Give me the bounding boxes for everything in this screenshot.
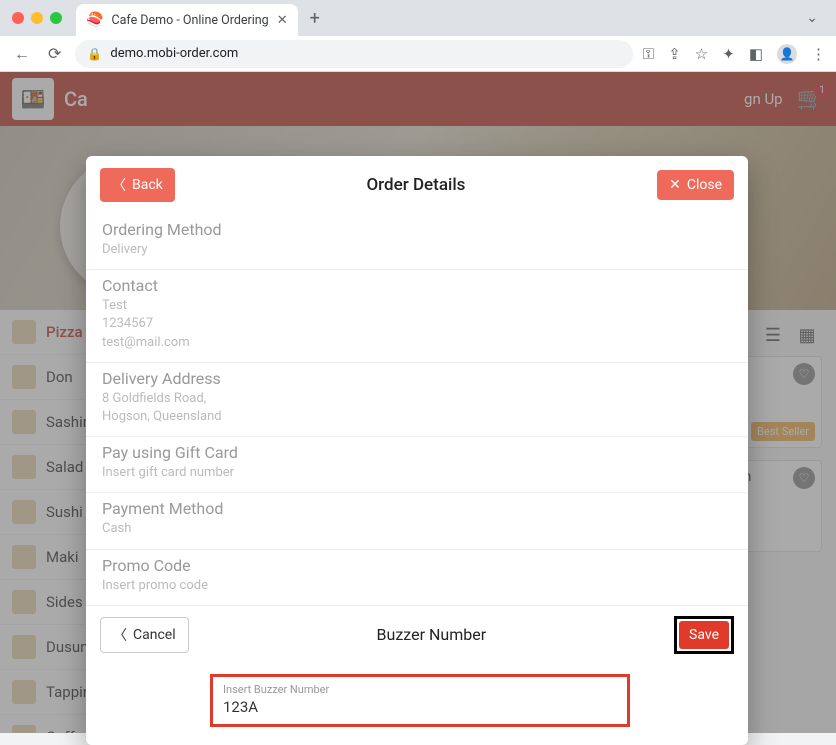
- close-window-icon[interactable]: [12, 12, 24, 24]
- modal-header: 〈 Back Order Details ✕ Close: [86, 156, 748, 214]
- minimize-window-icon[interactable]: [31, 12, 43, 24]
- section-value: Insert promo code: [102, 577, 732, 595]
- section-value: Insert gift card number: [102, 464, 732, 482]
- section-value: Cash: [102, 520, 732, 538]
- back-button[interactable]: 〈 Back: [100, 168, 175, 202]
- section-label: Pay using Gift Card: [102, 443, 732, 462]
- save-button[interactable]: Save: [679, 621, 729, 649]
- bookmark-icon[interactable]: ☆: [695, 45, 708, 63]
- tab-close-icon[interactable]: ✕: [277, 13, 288, 28]
- lock-icon: 🔒: [87, 47, 102, 61]
- order-section[interactable]: Contact Test1234567test@mail.com: [86, 270, 748, 363]
- tab-strip: 🍣 Cafe Demo - Online Ordering ✕ + ⌄: [0, 0, 836, 36]
- section-value: Test1234567test@mail.com: [102, 297, 732, 352]
- buzzer-field[interactable]: Insert Buzzer Number: [210, 674, 630, 727]
- browser-chrome: 🍣 Cafe Demo - Online Ordering ✕ + ⌄ ← → …: [0, 0, 836, 72]
- order-section[interactable]: Pay using Gift Card Insert gift card numb…: [86, 437, 748, 493]
- new-tab-button[interactable]: +: [304, 8, 326, 29]
- url-text: demo.mobi-order.com: [110, 46, 238, 61]
- reload-icon[interactable]: ⟳: [44, 42, 65, 65]
- panel-icon[interactable]: ◧: [749, 45, 763, 63]
- order-section[interactable]: Delivery Address 8 Goldfields Road,Hogson…: [86, 363, 748, 437]
- address-bar: ← → ⟳ 🔒 demo.mobi-order.com ⚿ ⇪ ☆ ✦ ◧ 👤 …: [0, 36, 836, 72]
- section-label: Ordering Method: [102, 220, 732, 239]
- save-highlight: Save: [674, 616, 734, 654]
- maximize-window-icon[interactable]: [50, 12, 62, 24]
- browser-tab[interactable]: 🍣 Cafe Demo - Online Ordering ✕: [76, 4, 298, 36]
- section-label: Delivery Address: [102, 369, 732, 388]
- back-nav-icon[interactable]: ←: [10, 42, 34, 66]
- extensions-icon[interactable]: ✦: [722, 45, 735, 63]
- window-controls[interactable]: [12, 12, 62, 24]
- buzzer-placeholder: Insert Buzzer Number: [223, 683, 617, 696]
- buzzer-input[interactable]: [223, 698, 617, 716]
- toolbar-icons: ⚿ ⇪ ☆ ✦ ◧ 👤 ⋮: [643, 44, 826, 64]
- section-value: 8 Goldfields Road,Hogson, Queensland: [102, 390, 732, 426]
- section-label: Contact: [102, 276, 732, 295]
- share-icon[interactable]: ⇪: [668, 45, 681, 63]
- buzzer-title: Buzzer Number: [189, 625, 674, 644]
- order-details-modal: 〈 Back Order Details ✕ Close Ordering Me…: [86, 156, 748, 745]
- close-icon: ✕: [669, 177, 681, 193]
- section-label: Payment Method: [102, 499, 732, 518]
- close-label: Close: [687, 177, 722, 193]
- chevron-left-icon: 〈: [113, 625, 127, 645]
- modal-title: Order Details: [175, 175, 657, 195]
- order-section[interactable]: Promo Code Insert promo code: [86, 550, 748, 606]
- tab-dropdown-icon[interactable]: ⌄: [796, 10, 828, 26]
- tab-title: Cafe Demo - Online Ordering: [111, 13, 268, 28]
- profile-avatar[interactable]: 👤: [777, 44, 797, 64]
- tab-favicon: 🍣: [86, 12, 103, 28]
- buzzer-row: 〈 Cancel Buzzer Number Save: [86, 606, 748, 664]
- order-section[interactable]: Payment Method Cash: [86, 493, 748, 549]
- back-label: Back: [132, 177, 163, 193]
- section-label: Promo Code: [102, 556, 732, 575]
- chevron-left-icon: 〈: [112, 175, 126, 195]
- cancel-button[interactable]: 〈 Cancel: [100, 617, 189, 653]
- order-section[interactable]: Ordering Method Delivery: [86, 214, 748, 270]
- close-button[interactable]: ✕ Close: [657, 170, 734, 200]
- cancel-label: Cancel: [133, 627, 176, 643]
- menu-icon[interactable]: ⋮: [811, 45, 826, 63]
- section-value: Delivery: [102, 241, 732, 259]
- key-icon[interactable]: ⚿: [643, 45, 654, 63]
- url-input[interactable]: 🔒 demo.mobi-order.com: [75, 40, 632, 68]
